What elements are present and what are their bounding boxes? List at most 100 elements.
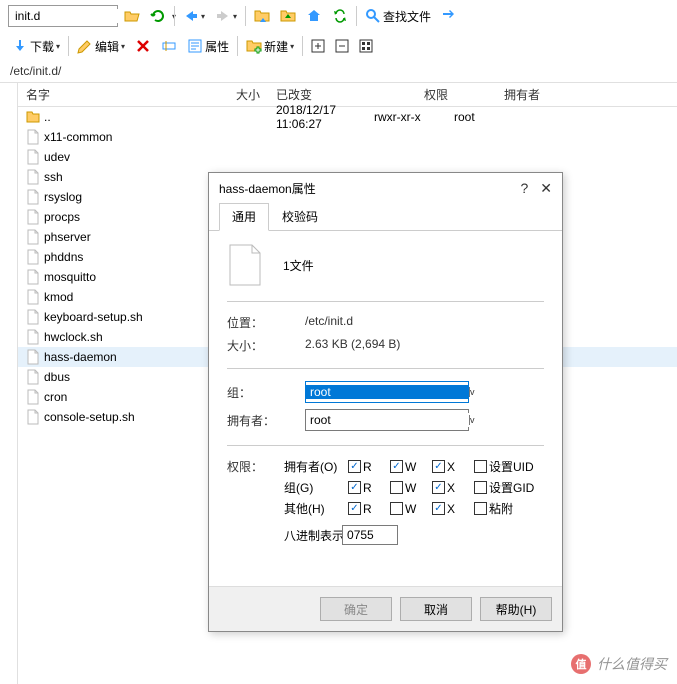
size-value: 2.63 KB (2,694 B)	[305, 337, 400, 354]
folder-up-icon	[280, 8, 296, 24]
find-button[interactable]: 查找文件	[361, 6, 435, 27]
dialog-tabs: 通用 校验码	[209, 203, 562, 231]
transfer-icon	[441, 8, 457, 24]
help-button[interactable]: 帮助(H)	[480, 597, 552, 621]
download-label: 下载	[30, 38, 54, 55]
owner-r[interactable]: ✓R	[348, 460, 388, 474]
col-perm[interactable]: 权限	[416, 86, 496, 103]
owner-w[interactable]: ✓W	[390, 460, 430, 474]
address-combo[interactable]: ▾	[8, 5, 118, 27]
dialog-close-button[interactable]: ✕	[540, 180, 552, 197]
forward-button[interactable]: ▾	[211, 6, 241, 26]
perm-grid: 拥有者(O) ✓R ✓W ✓X 设置UID 组(G) ✓R W ✓X 设置GID…	[284, 458, 544, 517]
owner-input[interactable]	[306, 413, 469, 427]
new-icon	[246, 38, 262, 54]
owner-label: 拥有者：	[227, 412, 305, 429]
octal-input[interactable]	[342, 525, 398, 545]
path-text: /etc/init.d/	[10, 64, 61, 78]
back-button[interactable]: ▾	[179, 6, 209, 26]
properties-dialog: hass-daemon属性 ? ✕ 通用 校验码 1文件 位置：/etc/ini…	[208, 172, 563, 632]
size-label: 大小：	[227, 337, 305, 354]
group-r[interactable]: ✓R	[348, 481, 388, 495]
dialog-help-button[interactable]: ?	[520, 180, 528, 197]
chevron-down-icon[interactable]: v	[469, 415, 475, 425]
nav1-button[interactable]	[250, 6, 274, 26]
owner-combo[interactable]: v	[305, 409, 469, 431]
download-icon	[12, 38, 28, 54]
cancel-button[interactable]: 取消	[400, 597, 472, 621]
properties-button[interactable]: 属性	[183, 36, 233, 57]
view-button[interactable]	[355, 37, 377, 55]
dialog-title: hass-daemon属性	[219, 180, 316, 197]
home-icon	[306, 8, 322, 24]
folder-nav-icon	[254, 8, 270, 24]
big-file-icon	[227, 243, 263, 287]
plus-icon	[311, 39, 325, 53]
col-name[interactable]: 名字	[18, 86, 218, 103]
forward-icon	[215, 8, 231, 24]
home-button[interactable]	[302, 6, 326, 26]
delete-button[interactable]	[131, 36, 155, 56]
rename-button[interactable]	[157, 36, 181, 56]
plus-button[interactable]	[307, 37, 329, 55]
toolbar-secondary: 下载▾ 编辑▾ 属性 新建▾	[0, 32, 677, 60]
minus-icon	[335, 39, 349, 53]
list-row-parent[interactable]: ..2018/12/17 11:06:27rwxr-xr-xroot	[18, 107, 677, 127]
setgid[interactable]: 设置GID	[474, 479, 544, 496]
col-size[interactable]: 大小	[218, 86, 268, 103]
other-r[interactable]: ✓R	[348, 502, 388, 516]
properties-icon	[187, 38, 203, 54]
back-icon	[183, 8, 199, 24]
group-label: 组：	[227, 384, 305, 401]
open-folder-icon	[124, 8, 140, 24]
tab-general[interactable]: 通用	[219, 203, 269, 231]
rename-icon	[161, 38, 177, 54]
open-folder-button[interactable]	[120, 6, 144, 26]
file-count: 1文件	[283, 257, 314, 274]
download-button[interactable]: 下载▾	[8, 36, 64, 57]
group-x[interactable]: ✓X	[432, 481, 472, 495]
properties-label: 属性	[205, 38, 229, 55]
dialog-body: 1文件 位置：/etc/init.d 大小：2.63 KB (2,694 B) …	[209, 231, 562, 557]
perm-owner-label: 拥有者(O)	[284, 458, 346, 475]
refresh-button[interactable]	[146, 6, 170, 26]
view-icon	[359, 39, 373, 53]
refresh-icon	[150, 8, 166, 24]
col-owner[interactable]: 拥有者	[496, 86, 576, 103]
location-label: 位置：	[227, 314, 305, 331]
list-row[interactable]: udev	[18, 147, 677, 167]
watermark-text: 什么值得买	[597, 654, 667, 674]
transfer-button[interactable]	[437, 6, 461, 26]
dialog-titlebar: hass-daemon属性 ? ✕	[209, 173, 562, 203]
new-label: 新建	[264, 38, 288, 55]
ok-button[interactable]: 确定	[320, 597, 392, 621]
watermark-icon: 值	[571, 654, 591, 674]
perm-group-label: 组(G)	[284, 479, 346, 496]
location-value: /etc/init.d	[305, 314, 353, 331]
tab-checksum[interactable]: 校验码	[269, 203, 331, 230]
group-w[interactable]: W	[390, 481, 430, 495]
edit-button[interactable]: 编辑▾	[73, 36, 129, 57]
octal-label: 八进制表示	[284, 527, 344, 544]
group-input[interactable]	[306, 385, 469, 399]
setuid[interactable]: 设置UID	[474, 458, 544, 475]
tree-pane	[0, 83, 18, 684]
dialog-buttons: 确定 取消 帮助(H)	[209, 586, 562, 631]
delete-icon	[135, 38, 151, 54]
path-bar[interactable]: /etc/init.d/	[0, 60, 677, 82]
find-label: 查找文件	[383, 8, 431, 25]
edit-label: 编辑	[95, 38, 119, 55]
perm-other-label: 其他(H)	[284, 500, 346, 517]
other-w[interactable]: W	[390, 502, 430, 516]
nav2-button[interactable]	[276, 6, 300, 26]
group-combo[interactable]: v	[305, 381, 469, 403]
sticky[interactable]: 粘附	[474, 500, 544, 517]
sync-button[interactable]	[328, 6, 352, 26]
other-x[interactable]: ✓X	[432, 502, 472, 516]
minus-button[interactable]	[331, 37, 353, 55]
new-button[interactable]: 新建▾	[242, 36, 298, 57]
owner-x[interactable]: ✓X	[432, 460, 472, 474]
sync-icon	[332, 8, 348, 24]
col-changed[interactable]: 已改变	[268, 86, 416, 103]
chevron-down-icon[interactable]: v	[469, 387, 475, 397]
